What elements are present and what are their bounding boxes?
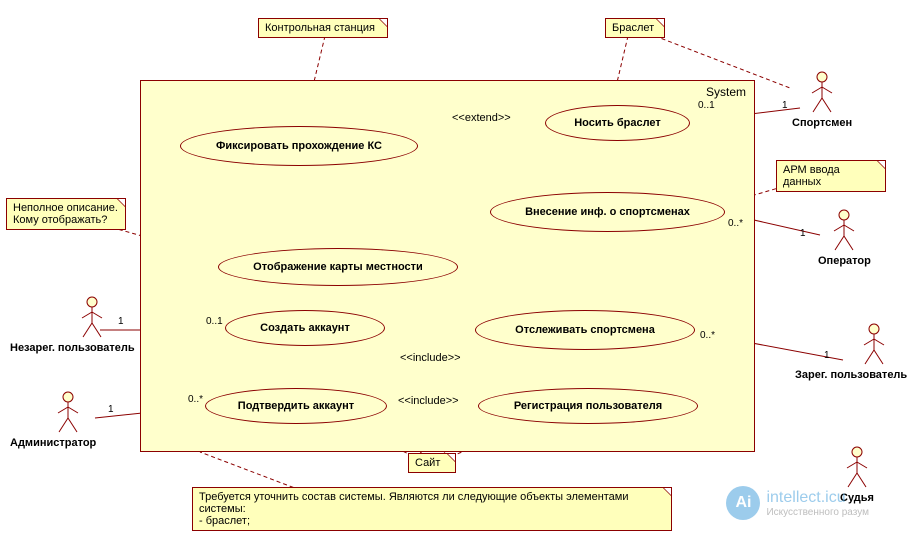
usecase-register-user: Регистрация пользователя: [478, 388, 698, 424]
actor-label: Незарег. пользователь: [10, 342, 135, 354]
actor-unreg-user: Незарег. пользователь: [50, 295, 135, 354]
mult-operator: 1: [800, 228, 806, 239]
actor-label: Оператор: [818, 255, 871, 267]
watermark-icon: Ai: [726, 486, 760, 520]
mult-create-uc: 0..1: [206, 316, 223, 327]
note-composition: Требуется уточнить состав системы. Являю…: [192, 487, 672, 531]
mult-wear-uc: 0..1: [698, 100, 715, 111]
system-label: System: [706, 85, 746, 99]
mult-enter-uc: 0..*: [728, 218, 743, 229]
note-bracelet: Браслет: [605, 18, 665, 38]
mult-admin: 1: [108, 404, 114, 415]
rel-extend-label: <<extend>>: [452, 112, 511, 124]
usecase-fix-kc: Фиксировать прохождение КС: [180, 126, 418, 166]
watermark-tagline: Искусственного разум: [766, 507, 869, 518]
mult-sportsman: 1: [782, 100, 788, 111]
usecase-track-athlete: Отслеживать спортсмена: [475, 310, 695, 350]
note-arm-input: АРМ ввода данных: [776, 160, 886, 192]
mult-reguser: 1: [824, 350, 830, 361]
rel-include-label-1: <<include>>: [398, 395, 459, 407]
note-control-station: Контрольная станция: [258, 18, 388, 38]
diagram-canvas: System Контрольная станция Браслет АРМ в…: [0, 0, 909, 534]
usecase-create-account: Создать аккаунт: [225, 310, 385, 346]
mult-track-uc: 0..*: [700, 330, 715, 341]
actor-label: Зарег. пользователь: [795, 369, 907, 381]
actor-operator: Оператор: [818, 208, 871, 267]
usecase-show-map: Отображение карты местности: [218, 248, 458, 286]
actor-admin: Администратор: [40, 390, 96, 449]
note-site: Сайт: [408, 453, 456, 473]
mult-confirm-uc: 0..*: [188, 394, 203, 405]
actor-label: Спортсмен: [792, 117, 852, 129]
note-incomplete: Неполное описание. Кому отображать?: [6, 198, 126, 230]
usecase-enter-info: Внесение инф. о спортсменах: [490, 192, 725, 232]
usecase-wear-bracelet: Носить браслет: [545, 105, 690, 141]
actor-label: Администратор: [10, 437, 96, 449]
watermark-brand: intellect.icu: [766, 489, 869, 507]
usecase-confirm-account: Подтвердить аккаунт: [205, 388, 387, 424]
rel-include-label-2: <<include>>: [400, 352, 461, 364]
actor-reg-user: Зарег. пользователь: [840, 322, 907, 381]
watermark: Ai intellect.icu Искусственного разум: [726, 486, 869, 520]
actor-sportsman: Спортсмен: [792, 70, 852, 129]
